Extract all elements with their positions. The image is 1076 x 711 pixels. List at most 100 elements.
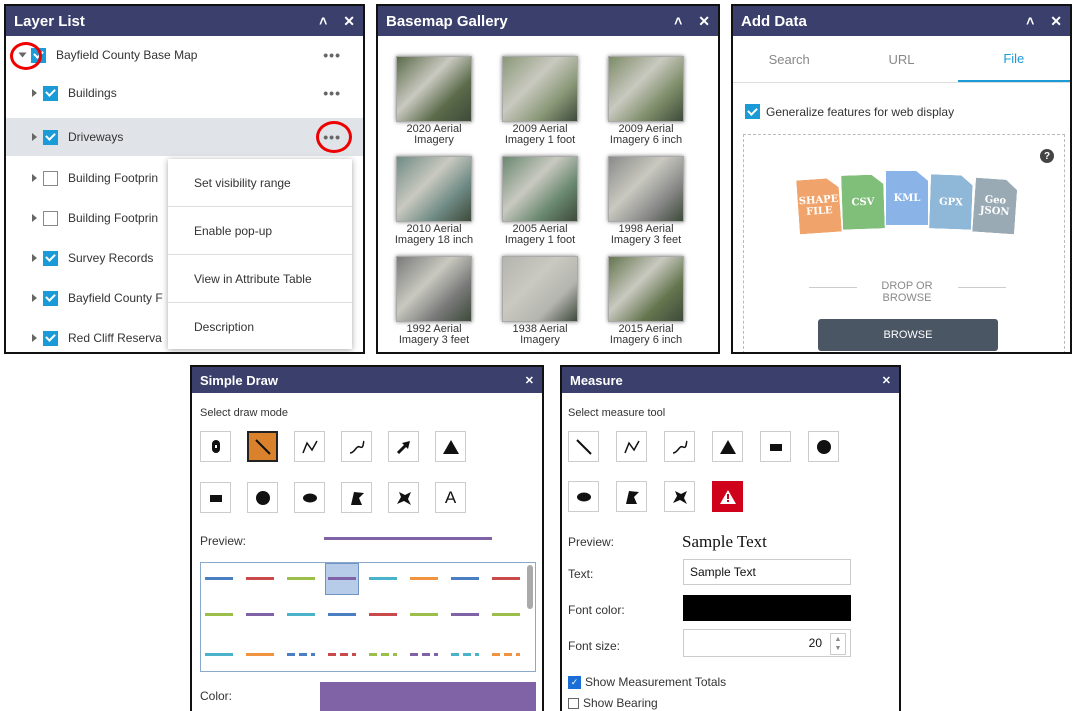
polyline-icon[interactable] bbox=[294, 431, 325, 462]
menu-item-description[interactable]: Description bbox=[168, 303, 352, 350]
menu-item-visibility-range[interactable]: Set visibility range bbox=[168, 159, 352, 207]
text-icon[interactable]: A bbox=[435, 482, 466, 513]
line-style-option[interactable] bbox=[246, 653, 274, 656]
line-style-option[interactable] bbox=[287, 577, 315, 580]
basemap-thumbnail[interactable] bbox=[396, 156, 472, 222]
rectangle-icon[interactable] bbox=[760, 431, 791, 462]
rectangle-icon[interactable] bbox=[200, 482, 231, 513]
browse-button[interactable]: BROWSE bbox=[818, 319, 998, 351]
line-style-option[interactable] bbox=[328, 613, 356, 616]
circle-icon[interactable] bbox=[247, 482, 278, 513]
line-style-option[interactable] bbox=[369, 653, 397, 656]
line-style-option[interactable] bbox=[287, 613, 315, 616]
basemap-thumbnail[interactable] bbox=[396, 256, 472, 322]
basemap-thumbnail[interactable] bbox=[502, 256, 578, 322]
layer-checkbox[interactable] bbox=[43, 210, 58, 226]
layer-checkbox[interactable] bbox=[43, 290, 58, 306]
expand-caret-icon[interactable] bbox=[32, 334, 37, 342]
scrollbar[interactable] bbox=[527, 565, 533, 609]
line-style-option[interactable] bbox=[410, 577, 438, 580]
freehand-polygon-icon[interactable] bbox=[664, 481, 695, 512]
arrow-icon[interactable] bbox=[388, 431, 419, 462]
line-icon[interactable] bbox=[247, 431, 278, 462]
basemap-thumbnail[interactable] bbox=[608, 156, 684, 222]
basemap-thumbnail[interactable] bbox=[396, 56, 472, 122]
tab-search[interactable]: Search bbox=[733, 36, 845, 82]
warning-triangle-icon[interactable] bbox=[712, 481, 743, 512]
basemap-thumbnail[interactable] bbox=[608, 56, 684, 122]
line-style-list[interactable] bbox=[200, 562, 536, 672]
expand-caret-icon[interactable] bbox=[32, 133, 37, 141]
expand-caret-icon[interactable] bbox=[32, 294, 37, 302]
close-icon[interactable]: ✕ bbox=[1050, 13, 1062, 30]
menu-item-attribute-table[interactable]: View in Attribute Table bbox=[168, 255, 352, 303]
help-icon[interactable]: ? bbox=[1040, 149, 1054, 163]
text-input[interactable]: Sample Text bbox=[683, 559, 851, 585]
double-chevron-up-icon[interactable]: ˄ bbox=[319, 13, 327, 29]
freehand-line-icon[interactable] bbox=[664, 431, 695, 462]
line-style-option[interactable] bbox=[246, 613, 274, 616]
font-size-input[interactable]: 20 ▲ ▼ bbox=[683, 629, 851, 657]
close-icon[interactable]: ✕ bbox=[882, 374, 891, 387]
polygon-icon[interactable] bbox=[341, 482, 372, 513]
ellipse-icon[interactable] bbox=[568, 481, 599, 512]
font-size-stepper[interactable]: ▲ ▼ bbox=[830, 633, 846, 655]
basemap-thumbnail[interactable] bbox=[502, 156, 578, 222]
line-style-option[interactable] bbox=[246, 577, 274, 580]
line-style-option[interactable] bbox=[451, 653, 479, 656]
layer-checkbox[interactable] bbox=[43, 85, 58, 101]
show-bearing-checkbox[interactable] bbox=[568, 697, 579, 709]
layer-checkbox[interactable] bbox=[43, 170, 58, 186]
font-color-swatch[interactable] bbox=[683, 595, 851, 621]
line-style-option[interactable] bbox=[328, 577, 356, 580]
triangle-icon[interactable] bbox=[435, 431, 466, 462]
close-icon[interactable]: ✕ bbox=[343, 13, 355, 30]
polyline-icon[interactable] bbox=[616, 431, 647, 462]
more-options-icon[interactable]: ••• bbox=[323, 47, 341, 63]
drop-zone[interactable]: ? SHAPE FILE CSV KML GPX Geo JSON DROP OR BR… bbox=[743, 134, 1065, 352]
tab-file[interactable]: File bbox=[957, 36, 1070, 82]
line-style-option[interactable] bbox=[205, 613, 233, 616]
line-style-option[interactable] bbox=[328, 653, 356, 656]
line-style-option[interactable] bbox=[205, 577, 233, 580]
more-options-icon[interactable]: ••• bbox=[323, 85, 341, 101]
line-style-option[interactable] bbox=[410, 613, 438, 616]
basemap-thumbnail[interactable] bbox=[502, 56, 578, 122]
polygon-icon[interactable] bbox=[616, 481, 647, 512]
line-style-option[interactable] bbox=[492, 653, 520, 656]
expand-caret-icon[interactable] bbox=[32, 214, 37, 222]
layer-row[interactable]: Buildings ••• bbox=[6, 74, 363, 112]
line-style-option[interactable] bbox=[205, 653, 233, 656]
triangle-icon[interactable] bbox=[712, 431, 743, 462]
layer-checkbox[interactable] bbox=[43, 129, 58, 145]
layer-row[interactable]: Bayfield County Base Map ••• bbox=[6, 36, 363, 74]
layer-row[interactable]: Driveways ••• bbox=[6, 118, 363, 156]
line-style-option[interactable] bbox=[492, 613, 520, 616]
line-style-option[interactable] bbox=[492, 577, 520, 580]
line-style-option[interactable] bbox=[369, 577, 397, 580]
color-swatch[interactable] bbox=[320, 682, 536, 711]
ellipse-icon[interactable] bbox=[294, 482, 325, 513]
expand-caret-icon[interactable] bbox=[32, 254, 37, 262]
layer-checkbox[interactable] bbox=[43, 330, 58, 346]
line-style-option[interactable] bbox=[410, 653, 438, 656]
basemap-thumbnail[interactable] bbox=[608, 256, 684, 322]
close-icon[interactable]: ✕ bbox=[698, 13, 710, 30]
close-icon[interactable]: ✕ bbox=[525, 374, 534, 387]
show-totals-checkbox[interactable]: ✓ bbox=[568, 675, 581, 689]
line-icon[interactable] bbox=[568, 431, 599, 462]
circle-icon[interactable] bbox=[808, 431, 839, 462]
freehand-line-icon[interactable] bbox=[341, 431, 372, 462]
line-style-option[interactable] bbox=[451, 577, 479, 580]
line-style-option[interactable] bbox=[451, 613, 479, 616]
menu-item-enable-popup[interactable]: Enable pop-up bbox=[168, 207, 352, 255]
freehand-polygon-icon[interactable] bbox=[388, 482, 419, 513]
double-chevron-up-icon[interactable]: ˄ bbox=[1026, 13, 1034, 29]
line-style-option[interactable] bbox=[369, 613, 397, 616]
point-icon[interactable] bbox=[200, 431, 231, 462]
double-chevron-up-icon[interactable]: ˄ bbox=[674, 13, 682, 29]
expand-caret-icon[interactable] bbox=[32, 89, 37, 97]
tab-url[interactable]: URL bbox=[845, 36, 957, 82]
layer-checkbox[interactable] bbox=[43, 250, 58, 266]
expand-caret-icon[interactable] bbox=[32, 174, 37, 182]
